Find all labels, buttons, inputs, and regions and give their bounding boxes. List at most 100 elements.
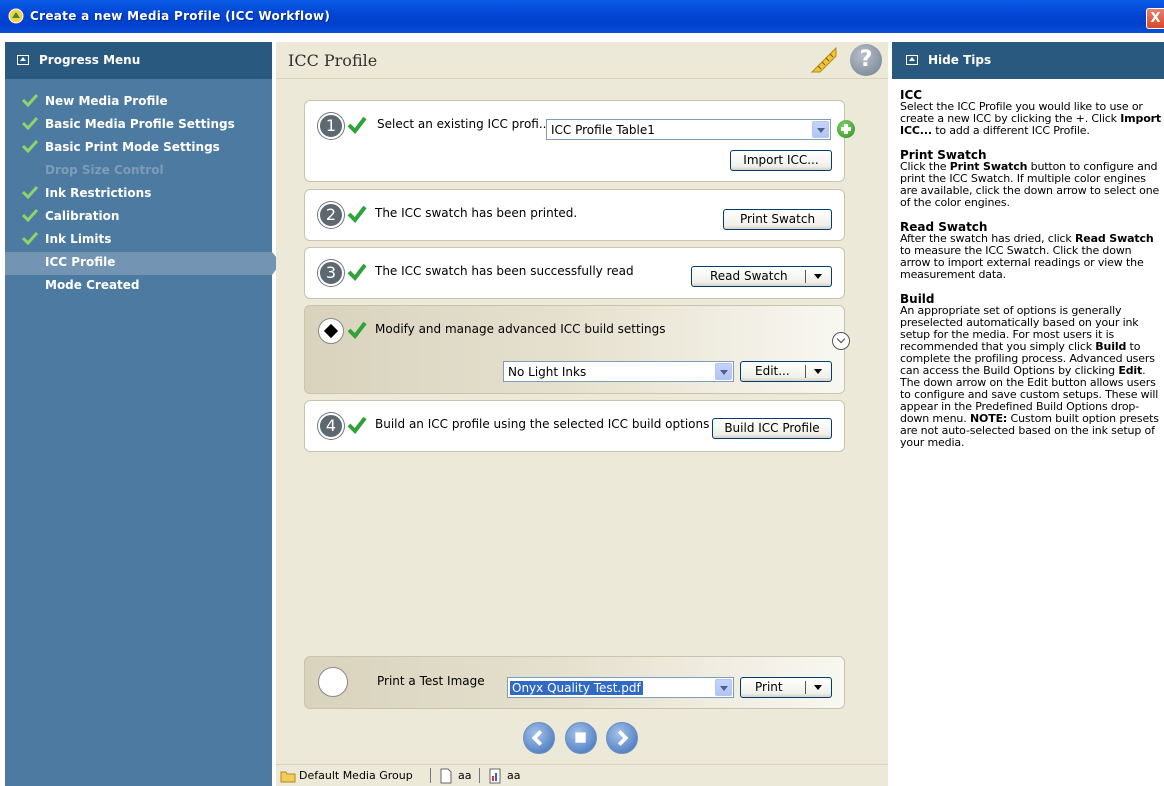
dropdown-value: Onyx Quality Test.pdf xyxy=(510,681,643,695)
check-icon xyxy=(22,231,38,245)
progress-item-drop-size-control: Drop Size Control xyxy=(5,160,272,183)
progress-item-new-media-profile[interactable]: New Media Profile xyxy=(5,91,272,114)
chevron-down-icon[interactable] xyxy=(715,363,732,380)
chart-document-icon xyxy=(489,768,501,784)
page-title: ICC Profile xyxy=(288,51,378,70)
test-image-dropdown[interactable]: Onyx Quality Test.pdf xyxy=(507,677,734,698)
step-text: Select an existing ICC profi... xyxy=(377,117,551,131)
progress-menu-panel: Progress Menu New Media Profile Basic Me… xyxy=(5,42,281,786)
check-icon xyxy=(347,116,367,134)
step-text: The ICC swatch has been successfully rea… xyxy=(375,264,634,278)
advanced-icc-settings: Modify and manage advanced ICC build set… xyxy=(304,305,850,394)
document-icon xyxy=(440,768,452,784)
print-test-image: Print a Test Image Onyx Quality Test.pdf… xyxy=(304,656,845,709)
progress-item-mode-created[interactable]: Mode Created xyxy=(5,275,272,298)
progress-item-ink-restrictions[interactable]: Ink Restrictions xyxy=(5,183,272,206)
tip-body-icc: Select the ICC Profile you would like to… xyxy=(900,100,1162,137)
progress-item-label: Calibration xyxy=(45,209,120,223)
main-header: ICC Profile ? xyxy=(276,42,888,79)
read-swatch-button[interactable]: Read Swatch xyxy=(691,266,832,287)
media-group-label: Default Media Group xyxy=(299,769,413,782)
check-icon xyxy=(22,116,38,130)
app-icon xyxy=(8,8,24,24)
expand-chevron-icon[interactable] xyxy=(832,332,850,350)
help-icon[interactable]: ? xyxy=(850,44,882,76)
divider xyxy=(479,768,480,783)
check-icon xyxy=(22,208,38,222)
chevron-down-icon[interactable] xyxy=(814,369,822,374)
window-title: Create a new Media Profile (ICC Workflow… xyxy=(30,9,331,23)
progress-item-label: Basic Print Mode Settings xyxy=(45,140,220,154)
check-icon xyxy=(22,185,38,199)
progress-item-ink-limits[interactable]: Ink Limits xyxy=(5,229,272,252)
stop-icon xyxy=(575,732,586,743)
check-icon xyxy=(22,139,38,153)
divider xyxy=(430,768,431,783)
dropdown-value: ICC Profile Table1 xyxy=(551,123,655,137)
add-icc-icon[interactable] xyxy=(837,120,855,138)
back-button[interactable] xyxy=(523,722,555,754)
next-button[interactable] xyxy=(606,722,638,754)
print-test-image-button[interactable]: Print xyxy=(740,677,832,698)
tips-header[interactable]: Hide Tips xyxy=(892,42,1164,79)
progress-item-label: ICC Profile xyxy=(45,255,116,269)
chevron-down-icon[interactable] xyxy=(814,274,822,279)
progress-menu-title: Progress Menu xyxy=(39,53,141,67)
title-bar: Create a new Media Profile (ICC Workflow… xyxy=(0,0,1164,33)
collapse-icon[interactable] xyxy=(17,55,29,65)
step-number-badge: 1 xyxy=(318,113,344,139)
folder-icon xyxy=(280,771,296,783)
build-icc-profile-button[interactable]: Build ICC Profile xyxy=(712,418,832,439)
edit-build-options-button[interactable]: Edit... xyxy=(740,361,832,382)
step-text: Print a Test Image xyxy=(377,674,485,688)
tips-panel: Hide Tips ICC Select the ICC Profile you… xyxy=(892,42,1164,786)
chevron-down-icon[interactable] xyxy=(812,121,829,138)
check-icon xyxy=(347,416,367,434)
step-number-badge: 3 xyxy=(318,260,344,286)
step-read-swatch: 3 The ICC swatch has been successfully r… xyxy=(304,247,845,299)
split-divider xyxy=(805,270,806,283)
print-swatch-button[interactable]: Print Swatch xyxy=(723,209,832,230)
print-label: Print xyxy=(755,680,783,694)
close-button[interactable]: X xyxy=(1146,8,1164,29)
tips-content: ICC Select the ICC Profile you would lik… xyxy=(900,89,1162,461)
step-text: Modify and manage advanced ICC build set… xyxy=(375,322,666,336)
check-icon xyxy=(347,205,367,223)
status-bar: Default Media Group aa aa xyxy=(276,764,888,786)
edit-label: Edit... xyxy=(755,364,790,378)
tip-body-read-swatch: After the swatch has dried, click Read S… xyxy=(900,232,1154,281)
progress-menu-header[interactable]: Progress Menu xyxy=(5,42,272,79)
check-icon xyxy=(22,93,38,107)
step-number-badge: 2 xyxy=(318,202,344,228)
progress-item-label: Basic Media Profile Settings xyxy=(45,117,235,131)
stop-button[interactable] xyxy=(565,722,597,754)
dropdown-value: No Light Inks xyxy=(508,365,587,379)
progress-item-icc-profile[interactable]: ICC Profile xyxy=(5,252,281,275)
mode-name-label: aa xyxy=(507,769,521,782)
progress-list: New Media Profile Basic Media Profile Se… xyxy=(5,91,281,298)
progress-item-basic-media-profile-settings[interactable]: Basic Media Profile Settings xyxy=(5,114,272,137)
step-text: Build an ICC profile using the selected … xyxy=(375,417,710,431)
diamond-icon xyxy=(318,318,344,344)
step-print-swatch: 2 The ICC swatch has been printed. Print… xyxy=(304,189,845,241)
icc-profile-dropdown[interactable]: ICC Profile Table1 xyxy=(546,119,831,140)
check-icon xyxy=(347,321,367,339)
progress-item-label: Drop Size Control xyxy=(45,163,164,177)
read-swatch-label: Read Swatch xyxy=(710,269,788,283)
progress-item-label: New Media Profile xyxy=(45,94,168,108)
import-icc-button[interactable]: Import ICC... xyxy=(730,150,832,171)
check-icon xyxy=(347,263,367,281)
ruler-icon[interactable] xyxy=(810,46,838,74)
progress-item-basic-print-mode-settings[interactable]: Basic Print Mode Settings xyxy=(5,137,272,160)
build-options-dropdown[interactable]: No Light Inks xyxy=(503,361,734,382)
step-text: The ICC swatch has been printed. xyxy=(375,206,578,220)
progress-item-calibration[interactable]: Calibration xyxy=(5,206,272,229)
forward-arrow-icon xyxy=(617,730,629,746)
chevron-down-icon[interactable] xyxy=(715,679,732,696)
split-divider xyxy=(805,681,806,694)
progress-item-label: Ink Limits xyxy=(45,232,112,246)
collapse-icon[interactable] xyxy=(906,55,918,65)
back-arrow-icon xyxy=(531,730,543,746)
tips-title: Hide Tips xyxy=(928,53,992,67)
chevron-down-icon[interactable] xyxy=(814,685,822,690)
